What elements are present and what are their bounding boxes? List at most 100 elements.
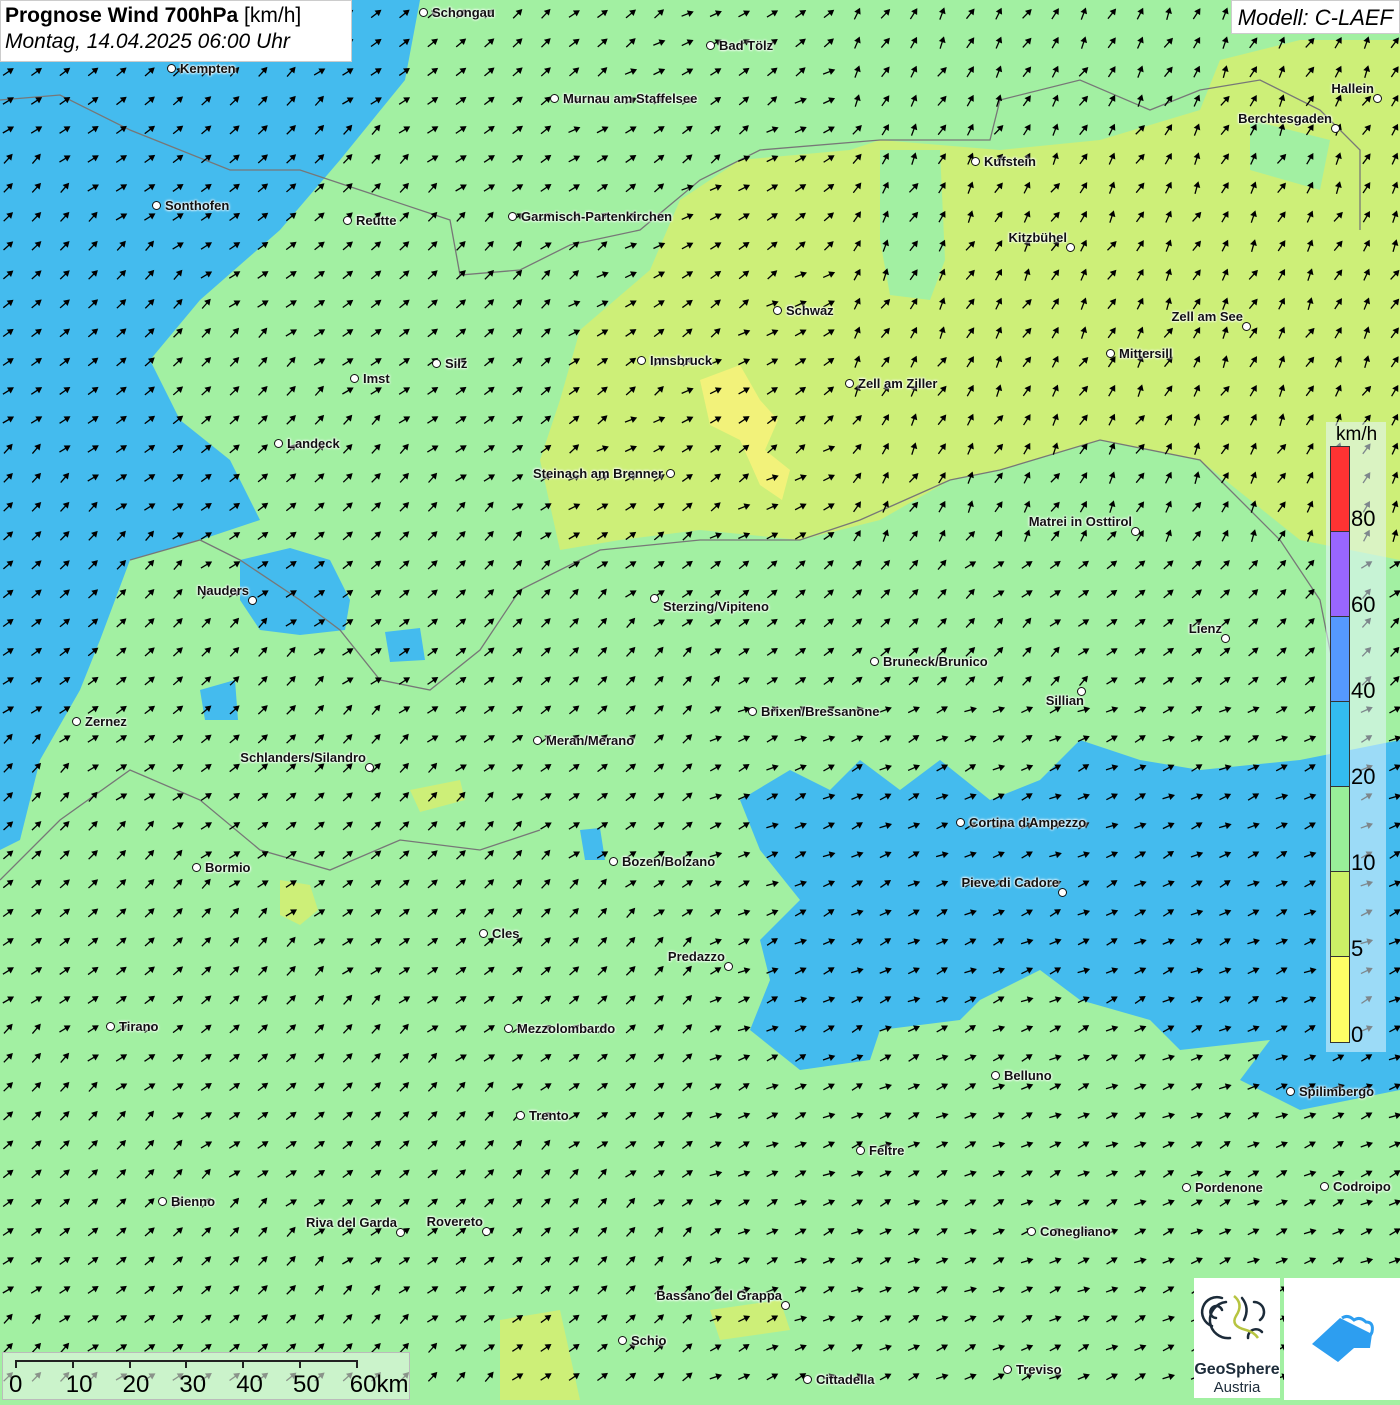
- city-label: Schongau: [432, 5, 495, 20]
- city-label: Tirano: [119, 1019, 159, 1034]
- city-label: Cittadella: [816, 1372, 875, 1387]
- scale-tick: [72, 1360, 74, 1368]
- scale-label: 60km: [350, 1371, 409, 1399]
- geosphere-logo[interactable]: GeoSphere Austria: [1194, 1278, 1280, 1398]
- city-marker: [1058, 888, 1067, 897]
- legend-label: 60: [1351, 592, 1375, 618]
- city-marker: [856, 1146, 865, 1155]
- city-label: Belluno: [1004, 1068, 1052, 1083]
- city-label: Kitzbühel: [1009, 230, 1068, 245]
- city-label: Treviso: [1016, 1362, 1062, 1377]
- city-label: Innsbruck: [650, 353, 712, 368]
- city-marker: [773, 306, 782, 315]
- city-label: Landeck: [287, 436, 340, 451]
- city-label: Bormio: [205, 860, 251, 875]
- legend-swatch: [1331, 447, 1349, 532]
- city-marker: [1131, 527, 1140, 536]
- city-marker: [192, 863, 201, 872]
- city-marker: [533, 736, 542, 745]
- scale-tick: [299, 1360, 301, 1368]
- city-label: Bad Tölz: [719, 38, 773, 53]
- city-marker: [650, 594, 659, 603]
- city-marker: [248, 596, 257, 605]
- city-marker: [167, 64, 176, 73]
- city-label: Matrei in Osttirol: [1029, 514, 1132, 529]
- legend-swatch: [1331, 702, 1349, 787]
- city-marker: [971, 157, 980, 166]
- legend-label: 40: [1351, 678, 1375, 704]
- city-marker: [1182, 1183, 1191, 1192]
- legend-swatch: [1331, 787, 1349, 872]
- city-marker: [516, 1111, 525, 1120]
- city-marker: [1003, 1365, 1012, 1374]
- legend-swatch: [1331, 957, 1349, 1042]
- city-marker: [106, 1022, 115, 1031]
- legend-unit: km/h: [1336, 424, 1377, 446]
- city-marker: [724, 962, 733, 971]
- city-label: Riva del Garda: [306, 1215, 397, 1230]
- model-label: Modell: C-LAEF: [1231, 0, 1400, 34]
- city-label: Sterzing/Vipiteno: [663, 599, 769, 614]
- city-label: Sonthofen: [165, 198, 229, 213]
- city-marker: [956, 818, 965, 827]
- scale-label: 40: [236, 1371, 263, 1399]
- city-marker: [274, 439, 283, 448]
- legend-label: 0: [1351, 1022, 1363, 1048]
- city-marker: [432, 359, 441, 368]
- city-marker: [1373, 94, 1382, 103]
- city-marker: [396, 1228, 405, 1237]
- city-marker: [870, 657, 879, 666]
- city-label: Nauders: [197, 583, 249, 598]
- scale-label: 20: [123, 1371, 150, 1399]
- city-label: Pordenone: [1195, 1180, 1263, 1195]
- city-label: Conegliano: [1040, 1224, 1111, 1239]
- legend-swatch: [1331, 617, 1349, 702]
- city-marker: [508, 212, 517, 221]
- city-marker: [748, 707, 757, 716]
- city-label: Schio: [631, 1333, 666, 1348]
- city-label: Sillian: [1046, 693, 1084, 708]
- city-marker: [706, 41, 715, 50]
- city-label: Pieve di Cadore: [961, 875, 1059, 890]
- city-label: Feltre: [869, 1143, 904, 1158]
- city-label: Cles: [492, 926, 519, 941]
- city-marker: [991, 1071, 1000, 1080]
- city-label: Silz: [445, 356, 467, 371]
- city-marker: [152, 201, 161, 210]
- weather-app-logo-icon: [1284, 1278, 1400, 1400]
- city-marker: [1320, 1182, 1329, 1191]
- city-marker: [550, 94, 559, 103]
- legend-label: 10: [1351, 850, 1375, 876]
- forecast-datetime: Montag, 14.04.2025 06:00 Uhr: [5, 30, 347, 54]
- city-marker: [1331, 124, 1340, 133]
- legend-label: 5: [1351, 936, 1363, 962]
- legend-label: 20: [1351, 764, 1375, 790]
- color-legend: km/h 80 60 40 20 10 5 0: [1326, 422, 1386, 1052]
- city-marker: [1066, 243, 1075, 252]
- city-label: Bozen/Bolzano: [622, 854, 715, 869]
- city-marker: [365, 763, 374, 772]
- legend-label: 80: [1351, 506, 1375, 532]
- city-marker: [637, 356, 646, 365]
- scale-bar: 0102030405060km: [2, 1352, 410, 1400]
- city-label: Trento: [529, 1108, 569, 1123]
- scale-tick: [185, 1360, 187, 1368]
- city-label: Brixen/Bressanone: [761, 704, 880, 719]
- city-label: Spilimbergo: [1299, 1084, 1374, 1099]
- scale-tick: [15, 1360, 17, 1368]
- city-label: Zernez: [85, 714, 127, 729]
- scale-label: 50: [293, 1371, 320, 1399]
- weather-app-logo[interactable]: [1284, 1278, 1400, 1400]
- city-marker: [845, 379, 854, 388]
- city-label: Zell am Ziller: [858, 376, 937, 391]
- city-label: Zell am See: [1171, 309, 1243, 324]
- city-label: Imst: [363, 371, 390, 386]
- legend-swatch: [1331, 532, 1349, 617]
- legend-swatch: [1331, 872, 1349, 957]
- scale-label: 10: [66, 1371, 93, 1399]
- city-marker: [419, 8, 428, 17]
- scale-label: 0: [9, 1371, 22, 1399]
- city-label: Rovereto: [427, 1214, 483, 1229]
- city-marker: [350, 374, 359, 383]
- city-marker: [1106, 349, 1115, 358]
